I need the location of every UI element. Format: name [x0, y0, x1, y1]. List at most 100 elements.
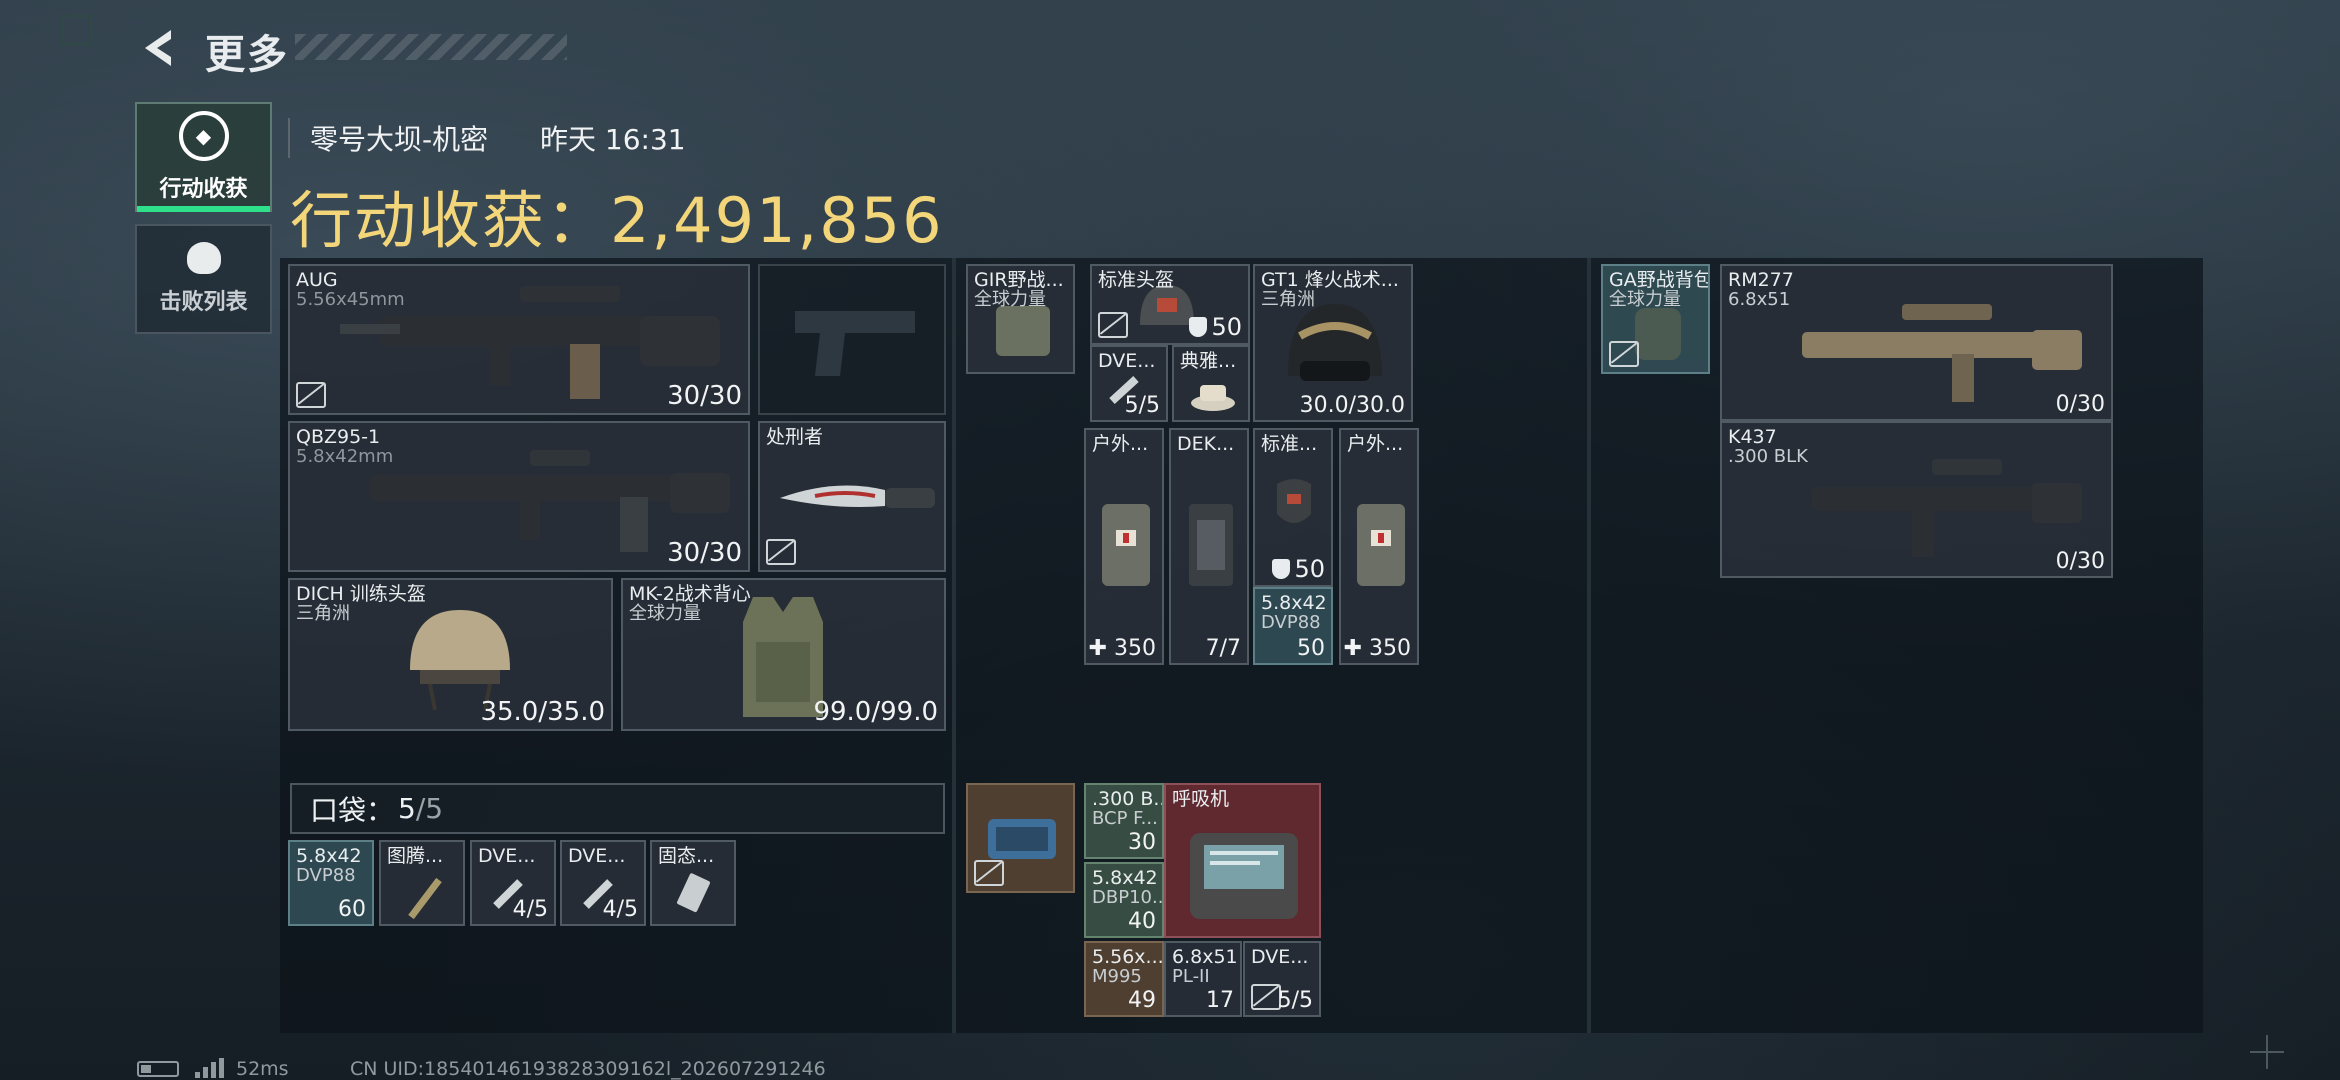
- chest-ammo[interactable]: 5.8x42 DVP88 50: [1253, 587, 1333, 665]
- secure-case-slot[interactable]: [966, 783, 1075, 893]
- rifle-icon: [1812, 459, 2082, 557]
- chest-item-dianya[interactable]: 典雅...: [1172, 345, 1250, 422]
- chest-item-helmet-std[interactable]: 标准头盔 50: [1090, 264, 1250, 345]
- item-count: 17: [1206, 988, 1234, 1013]
- ammo-count: 30/30: [667, 538, 742, 568]
- pocket-item[interactable]: DVE... 4/5: [560, 840, 646, 926]
- backpack-weapon[interactable]: RM277 6.8x51 0/30: [1720, 264, 2113, 421]
- helmet-brand: 三角洲: [296, 603, 350, 624]
- pocket-item[interactable]: 5.8x42 DVP88 60: [288, 840, 374, 926]
- pocket-header: 口袋： 5/5: [290, 783, 945, 834]
- back-arrow-icon[interactable]: [135, 24, 183, 72]
- pocket-item[interactable]: 图腾...: [379, 840, 465, 926]
- item-name: 呼吸机: [1172, 788, 1230, 810]
- chest-kit[interactable]: DEK... 7/7: [1169, 428, 1249, 665]
- case-icon: [988, 819, 1056, 859]
- item-name: 6.8x51: [1172, 946, 1238, 968]
- tab-loot[interactable]: ◆ 行动收获: [135, 102, 272, 212]
- secure-ammo[interactable]: .300 B... BCP F... 30: [1084, 783, 1164, 859]
- armor-brand: 全球力量: [629, 603, 701, 624]
- totem-icon: [408, 877, 442, 920]
- armor-level: 50: [1272, 555, 1325, 583]
- melee-name: 处刑者: [766, 426, 824, 448]
- item-name: 5.8x42: [296, 845, 362, 867]
- weapon-caliber: 6.8x51: [1728, 289, 1791, 310]
- armor-slot[interactable]: MK-2战术背心 全球力量 99.0/99.0: [621, 578, 946, 731]
- respirator-icon: [1190, 833, 1298, 919]
- loot-label: 行动收获：: [290, 184, 611, 257]
- item-brand: 三角洲: [1261, 289, 1315, 310]
- primary-weapon-slot-2[interactable]: QBZ95-1 5.8x42mm 30/30: [288, 421, 750, 572]
- item-sub: M995: [1092, 966, 1142, 987]
- helmet-slot[interactable]: DICH 训练头盔 三角洲 35.0/35.0: [288, 578, 613, 731]
- item-name: 图腾...: [387, 845, 444, 867]
- chest-item-gt1-helmet[interactable]: GT1 烽火战术... 三角洲 30.0/30.0: [1253, 264, 1413, 422]
- armor-value: 50: [1211, 313, 1242, 341]
- item-sub: BCP F...: [1092, 808, 1158, 829]
- locked-icon: [766, 539, 796, 565]
- secure-respirator[interactable]: 呼吸机: [1164, 783, 1321, 938]
- bag-name: GA野战背包: [1609, 269, 1710, 291]
- chest-rig-slot[interactable]: GIR野战... 全球力量: [966, 264, 1075, 374]
- rig-brand: 全球力量: [974, 289, 1046, 310]
- item-name: 标准...: [1261, 433, 1318, 455]
- chest-kit[interactable]: 户外... ✚ 350: [1339, 428, 1419, 665]
- weapon-name: QBZ95-1: [296, 426, 381, 448]
- backpack-slot[interactable]: GA野战背包 全球力量: [1601, 264, 1710, 374]
- item-name: DEK...: [1177, 433, 1235, 455]
- weapon-caliber: .300 BLK: [1728, 446, 1808, 467]
- secure-ammo[interactable]: 5.8x42 DBP10... 40: [1084, 862, 1164, 938]
- armor-plate-icon: [1277, 479, 1311, 523]
- backpack-weapon[interactable]: K437 .300 BLK 0/30: [1720, 421, 2113, 578]
- item-count: 7/7: [1205, 636, 1241, 661]
- melee-slot[interactable]: 处刑者: [758, 421, 946, 572]
- pistol-slot-empty[interactable]: [758, 264, 946, 415]
- item-name: 固态...: [658, 845, 715, 867]
- primary-weapon-slot-1[interactable]: AUG 5.56x45mm 30/30: [288, 264, 750, 415]
- armor-name: MK-2战术背心: [629, 583, 751, 605]
- column-divider: [1587, 258, 1591, 1033]
- secure-small-item[interactable]: 6.8x51 PL-II 17: [1164, 941, 1242, 1017]
- item-count: 50: [1297, 636, 1325, 661]
- match-time: 昨天 16:31: [540, 123, 686, 156]
- helmet-durability: 35.0/35.0: [480, 697, 605, 727]
- item-name: DVE...: [1098, 350, 1156, 372]
- weapon-name: RM277: [1728, 269, 1794, 291]
- count-value: 350: [1114, 636, 1156, 661]
- item-count: 49: [1128, 988, 1156, 1013]
- locked-icon: [974, 860, 1004, 886]
- active-tab-indicator: [137, 206, 270, 212]
- column-divider: [952, 258, 956, 1033]
- tab-kill-list[interactable]: 击败列表: [135, 224, 272, 334]
- item-sub: DBP10...: [1092, 887, 1164, 908]
- weapon-name: AUG: [296, 269, 338, 291]
- item-name: DVE...: [1251, 946, 1309, 968]
- locked-icon: [1609, 341, 1639, 367]
- armor-level: 50: [1189, 313, 1242, 341]
- shield-icon: [1189, 317, 1208, 337]
- shield-icon: [1272, 559, 1291, 579]
- chest-kit[interactable]: 户外... ✚ 350: [1084, 428, 1164, 665]
- secure-small-item[interactable]: DVE... 5/5: [1243, 941, 1321, 1017]
- rig-name: GIR野战...: [974, 269, 1064, 291]
- item-name: DVE...: [568, 845, 626, 867]
- page-title: 更多: [205, 32, 289, 78]
- item-count: 60: [338, 897, 366, 922]
- locked-icon: [1251, 984, 1281, 1010]
- item-count: 5/5: [1124, 393, 1160, 418]
- header-stripe-decoration: [295, 34, 567, 60]
- chest-kit[interactable]: 标准... 50: [1253, 428, 1333, 587]
- item-sub: DVP88: [1261, 612, 1321, 633]
- item-name: 典雅...: [1180, 350, 1237, 372]
- item-count: 40: [1128, 909, 1156, 934]
- chest-item-dve[interactable]: DVE... 5/5: [1090, 345, 1168, 422]
- item-name: 5.8x42: [1261, 592, 1327, 614]
- secure-small-item[interactable]: 5.56x... M995 49: [1084, 941, 1164, 1017]
- item-count: ✚ 350: [1089, 636, 1156, 661]
- loot-value-heading: 行动收获：2,491,856: [290, 170, 944, 260]
- rifle-icon: [1802, 304, 2082, 402]
- repair-kit-icon: [1189, 504, 1233, 586]
- loot-value: 2,491,856: [610, 184, 944, 257]
- pocket-item[interactable]: DVE... 4/5: [470, 840, 556, 926]
- pocket-item[interactable]: 固态...: [650, 840, 736, 926]
